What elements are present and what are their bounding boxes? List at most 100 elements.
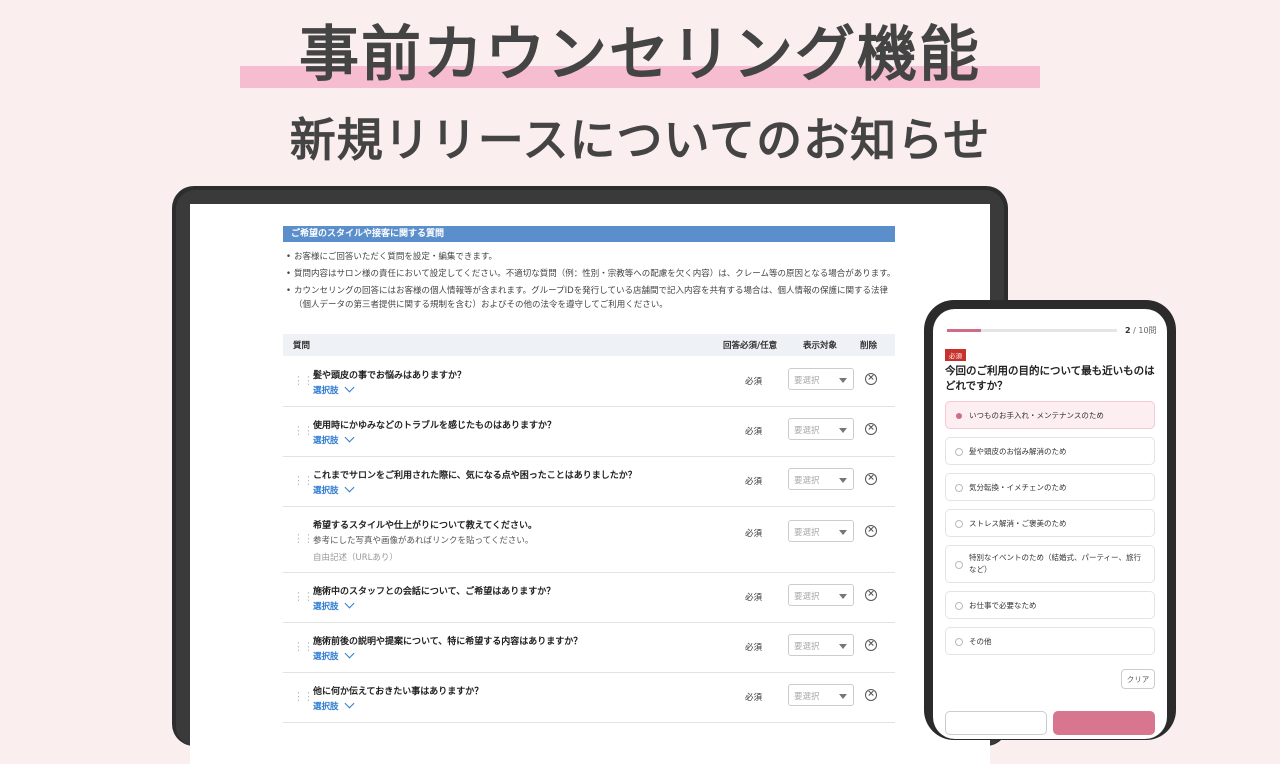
next-button[interactable] [1053, 711, 1155, 735]
required-label: 必須 [745, 593, 763, 603]
select-value: 要選択 [794, 592, 820, 602]
option-item[interactable]: 髪や頭皮のお悩み解消のため [945, 437, 1155, 465]
option-item[interactable]: その他 [945, 627, 1155, 655]
delete-icon[interactable]: × [865, 639, 877, 651]
required-label: 必須 [745, 693, 763, 703]
choice-toggle[interactable]: 選択肢 [313, 382, 354, 396]
page-counter: 2 / 10問 [1125, 325, 1157, 336]
question-text: 髪や頭皮の事でお悩みはありますか？ [313, 371, 467, 381]
select-value: 要選択 [794, 376, 820, 386]
drag-handle-icon[interactable]: ⋮⋮ [293, 690, 314, 703]
subheadline: 新規リリースについてのお知らせ [289, 113, 991, 167]
table-row: ⋮⋮ 使用時にかゆみなどのトラブルを感じたものはありますか？ 選択肢 必須 要選… [283, 406, 895, 457]
note-item: カウンセリングの回答にはお客様の個人情報等が含まれます。グループIDを発行してい… [286, 284, 896, 312]
delete-icon[interactable]: × [865, 589, 877, 601]
question-text: 施術中のスタッフとの会話について、ご希望はありますか？ [313, 587, 556, 597]
target-select[interactable]: 要選択 [788, 368, 854, 390]
drag-handle-icon[interactable]: ⋮⋮ [293, 424, 314, 437]
col-required: 回答必須/任意 [723, 341, 778, 351]
delete-icon[interactable]: × [865, 373, 877, 385]
select-value: 要選択 [794, 692, 820, 702]
option-item[interactable]: いつものお手入れ・メンテナンスのため [945, 401, 1155, 429]
required-label: 必須 [745, 377, 763, 387]
caret-down-icon [839, 644, 847, 649]
choice-toggle[interactable]: 選択肢 [313, 648, 354, 662]
option-item[interactable]: お仕事で必要なため [945, 591, 1155, 619]
caret-down-icon [839, 594, 847, 599]
section-title: ご希望のスタイルや接客に関する質問 [283, 226, 895, 242]
clear-button[interactable]: クリア [1121, 669, 1155, 689]
phone-mockup: 2 / 10問 必須 今回のご利用の目的について最も近いものはどれですか？ いつ… [924, 300, 1176, 740]
col-delete: 削除 [860, 341, 878, 351]
delete-icon[interactable]: × [865, 423, 877, 435]
chevron-down-icon [344, 482, 354, 493]
option-label: ストレス解消・ご褒美のため [969, 519, 1067, 528]
drag-handle-icon[interactable]: ⋮⋮ [293, 374, 314, 387]
choice-label: 選択肢 [313, 652, 339, 662]
choice-label: 選択肢 [313, 436, 339, 446]
drag-handle-icon[interactable]: ⋮⋮ [293, 590, 314, 603]
caret-down-icon [839, 378, 847, 383]
laptop-screen: ご希望のスタイルや接客に関する質問 お客様にご回答いただく質問を設定・編集できま… [190, 204, 990, 764]
option-item[interactable]: ストレス解消・ご褒美のため [945, 509, 1155, 537]
table-row: ⋮⋮ 施術前後の説明や提案について、特に希望する内容はありますか？ 選択肢 必須… [283, 622, 895, 673]
choice-label: 選択肢 [313, 702, 339, 712]
progress-bar [947, 329, 1117, 332]
choice-toggle[interactable]: 選択肢 [313, 432, 354, 446]
delete-icon[interactable]: × [865, 473, 877, 485]
chevron-down-icon [344, 382, 354, 393]
notes-list: お客様にご回答いただく質問を設定・編集できます。 質問内容はサロン様の責任におい… [286, 250, 896, 315]
chevron-down-icon [344, 432, 354, 443]
question-subtext: 参考にした写真や画像があればリンクを貼ってください。 [313, 536, 534, 546]
caret-down-icon [839, 694, 847, 699]
col-question: 質問 [293, 341, 311, 351]
note-item: お客様にご回答いただく質問を設定・編集できます。 [286, 250, 896, 264]
option-item[interactable]: 気分転換・イメチェンのため [945, 473, 1155, 501]
required-badge: 必須 [945, 349, 966, 361]
required-label: 必須 [745, 643, 763, 653]
caret-down-icon [839, 428, 847, 433]
chevron-down-icon [344, 598, 354, 609]
headline: 事前カウンセリング機能 [0, 6, 1280, 93]
required-label: 必須 [745, 427, 763, 437]
target-select[interactable]: 要選択 [788, 634, 854, 656]
question-text: 施術前後の説明や提案について、特に希望する内容はありますか？ [313, 637, 583, 647]
col-target: 表示対象 [803, 341, 838, 351]
choice-label: 選択肢 [313, 602, 339, 612]
target-select[interactable]: 要選択 [788, 584, 854, 606]
question-text: 使用時にかゆみなどのトラブルを感じたものはありますか？ [313, 421, 557, 431]
radio-icon [955, 448, 963, 456]
delete-icon[interactable]: × [865, 525, 877, 537]
back-button[interactable] [945, 711, 1047, 735]
note-item: 質問内容はサロン様の責任において設定してください。不適切な質問（例：性別・宗教等… [286, 267, 896, 281]
option-label: お仕事で必要なため [969, 601, 1037, 610]
question-text: 他に何か伝えておきたい事はありますか？ [313, 687, 484, 697]
radio-icon [955, 484, 963, 492]
target-select[interactable]: 要選択 [788, 520, 854, 542]
chevron-down-icon [344, 698, 354, 709]
drag-handle-icon[interactable]: ⋮⋮ [293, 532, 314, 545]
choice-toggle[interactable]: 選択肢 [313, 698, 354, 712]
drag-handle-icon[interactable]: ⋮⋮ [293, 640, 314, 653]
select-value: 要選択 [794, 642, 820, 652]
select-value: 要選択 [794, 528, 820, 538]
target-select[interactable]: 要選択 [788, 418, 854, 440]
radio-selected-icon [956, 413, 962, 419]
option-label: 特別なイベントのため（結婚式、パーティー、旅行など） [969, 553, 1141, 574]
caret-down-icon [839, 530, 847, 535]
option-label: 気分転換・イメチェンのため [969, 483, 1067, 492]
phone-question: 今回のご利用の目的について最も近いものはどれですか？ [945, 365, 1155, 392]
choice-toggle[interactable]: 選択肢 [313, 598, 354, 612]
option-item[interactable]: 特別なイベントのため（結婚式、パーティー、旅行など） [945, 545, 1155, 583]
headline-text: 事前カウンセリング機能 [299, 20, 981, 90]
radio-icon [955, 602, 963, 610]
select-value: 要選択 [794, 476, 820, 486]
target-select[interactable]: 要選択 [788, 468, 854, 490]
delete-icon[interactable]: × [865, 689, 877, 701]
option-label: いつものお手入れ・メンテナンスのため [969, 411, 1104, 420]
table-row: ⋮⋮ これまでサロンをご利用された際に、気になる点や困ったことはありましたか？ … [283, 456, 895, 507]
target-select[interactable]: 要選択 [788, 684, 854, 706]
answer-type-label: 自由記述（URLあり） [313, 553, 398, 563]
choice-toggle[interactable]: 選択肢 [313, 482, 354, 496]
drag-handle-icon[interactable]: ⋮⋮ [293, 474, 314, 487]
